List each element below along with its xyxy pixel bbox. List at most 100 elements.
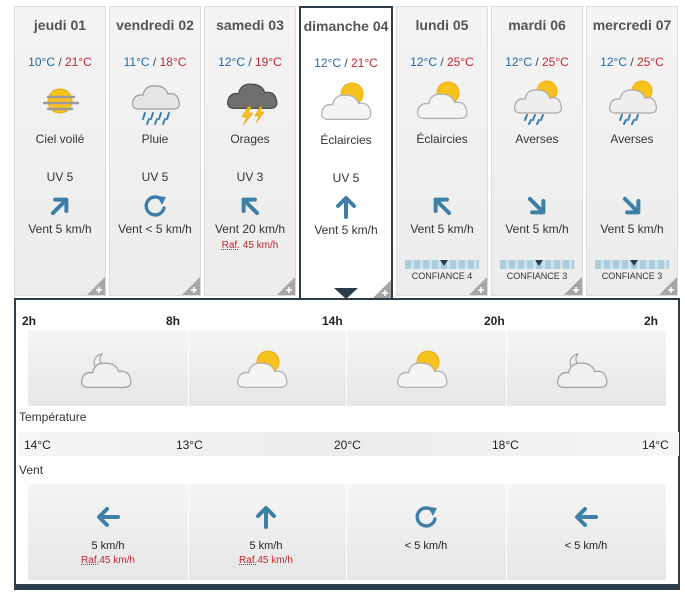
day-card[interactable]: vendredi 02 11°C / 18°C Pluie UV 5 Vent < … <box>109 6 201 296</box>
wind-direction-arrow-icon <box>412 503 440 531</box>
sun-showers-icon <box>505 77 569 125</box>
max-temperature: 18°C <box>159 55 187 69</box>
detail-bottom-bar <box>14 584 680 590</box>
gust-value: 45 km/h <box>99 555 135 566</box>
temperature-separator: / <box>340 56 351 70</box>
hour-label: 8h <box>166 314 181 328</box>
temperature-range: 12°C / 19°C <box>205 55 295 69</box>
gust-prefix: Raf. <box>81 555 100 566</box>
max-temperature: 21°C <box>351 56 378 70</box>
wind-speed: Vent < 5 km/h <box>118 222 192 236</box>
daily-forecast-strip: jeudi 01 10°C / 21°C Ciel voilé UV 5 Vent … <box>14 6 685 298</box>
column-divider <box>506 330 507 406</box>
temperature-separator: / <box>54 55 65 69</box>
min-temperature: 12°C <box>314 56 341 70</box>
day-card[interactable]: lundi 05 12°C / 25°C Éclaircies Vent 5 km… <box>396 6 488 296</box>
uv-index: UV 5 <box>141 170 169 184</box>
expand-corner-icon[interactable] <box>87 277 105 295</box>
hourly-temperature: 14°C <box>24 438 51 452</box>
temperature-range: 12°C / 21°C <box>301 56 391 70</box>
max-temperature: 25°C <box>447 55 474 69</box>
temperature-range: 12°C / 25°C <box>492 55 582 69</box>
wind-direction-arrow-icon <box>236 192 264 220</box>
confidence-label: CONFIANCE 4 <box>411 271 473 281</box>
partly-cloudy-icon <box>390 346 462 390</box>
day-card[interactable]: dimanche 04 12°C / 21°C Éclaircies UV 5 Ve… <box>299 6 393 298</box>
wind-direction-arrow-icon <box>618 192 646 220</box>
hour-label: 20h <box>484 314 505 328</box>
temperature-separator: / <box>244 55 255 69</box>
confidence-marker <box>440 260 448 266</box>
confidence-bar <box>405 260 479 269</box>
confidence-bar <box>595 260 669 269</box>
min-temperature: 12°C <box>600 55 627 69</box>
day-name: mardi 06 <box>508 17 566 33</box>
expand-corner-icon[interactable] <box>182 277 200 295</box>
confidence-marker <box>630 260 638 266</box>
day-card[interactable]: mardi 06 12°C / 25°C Averses Vent 5 km/h C… <box>491 6 583 296</box>
temperature-separator: / <box>436 55 447 69</box>
wind-speed: Vent 20 km/h <box>214 222 286 236</box>
condition-text: Éclaircies <box>416 132 468 146</box>
column-divider <box>188 330 189 406</box>
expand-corner-icon[interactable] <box>373 280 391 298</box>
confidence-marker <box>535 260 543 266</box>
expand-corner-icon[interactable] <box>564 277 582 295</box>
gust-value: 45 km/h <box>257 555 293 566</box>
partly-cloudy-icon <box>410 77 474 125</box>
column-divider <box>188 484 189 580</box>
confidence-indicator: CONFIANCE 3 <box>500 260 574 281</box>
veiled-sun-icon <box>28 77 92 125</box>
hourly-wind-speed: 5 km/h <box>249 540 283 552</box>
temperature-range: 11°C / 18°C <box>110 55 200 69</box>
hourly-wind-speed: < 5 km/h <box>564 540 608 552</box>
day-name: mercredi 07 <box>592 17 672 33</box>
wind-direction-arrow-icon <box>141 192 169 220</box>
confidence-indicator: CONFIANCE 4 <box>405 260 479 281</box>
day-card[interactable]: samedi 03 12°C / 19°C Orages UV 3 Vent 20 … <box>204 6 296 296</box>
wind-speed: Vent 5 km/h <box>28 222 92 236</box>
temperature-separator: / <box>626 55 637 69</box>
confidence-indicator: CONFIANCE 3 <box>595 260 669 281</box>
sun-showers-icon <box>600 77 664 125</box>
max-temperature: 21°C <box>65 55 92 69</box>
expand-corner-icon[interactable] <box>277 277 295 295</box>
gust-value: 45 km/h <box>239 240 279 251</box>
wind-direction-arrow-icon <box>94 503 122 531</box>
condition-text: Éclaircies <box>320 133 372 147</box>
temperature-label: Température <box>19 410 87 424</box>
gust-prefix: Raf. <box>221 240 240 251</box>
expand-corner-icon[interactable] <box>659 277 677 295</box>
confidence-bar <box>500 260 574 269</box>
gust-prefix: Raf. <box>239 555 258 566</box>
hourly-temperature: 14°C <box>642 438 669 452</box>
min-temperature: 12°C <box>218 55 245 69</box>
wind-speed: Vent 5 km/h <box>410 222 474 236</box>
column-divider <box>346 330 347 406</box>
min-temperature: 10°C <box>28 55 55 69</box>
hour-label: 2h <box>644 314 659 328</box>
condition-text: Averses <box>610 132 654 146</box>
day-card[interactable]: jeudi 01 10°C / 21°C Ciel voilé UV 5 Vent … <box>14 6 106 296</box>
temperature-separator: / <box>531 55 542 69</box>
hour-label: 14h <box>322 314 343 328</box>
wind-direction-arrow-icon <box>428 192 456 220</box>
temperature-range: 10°C / 21°C <box>15 55 105 69</box>
wind-gust: Raf. 45 km/h <box>205 240 295 251</box>
hourly-wind-speed: < 5 km/h <box>404 540 448 552</box>
wind-direction-arrow-icon <box>523 192 551 220</box>
day-card[interactable]: mercredi 07 12°C / 25°C Averses Vent 5 km… <box>586 6 678 296</box>
partly-cloudy-icon <box>230 346 302 390</box>
condition-text: Ciel voilé <box>35 132 85 146</box>
wind-speed: Vent 5 km/h <box>314 223 378 237</box>
max-temperature: 19°C <box>255 55 282 69</box>
partly-cloudy-icon <box>314 78 378 126</box>
confidence-label: CONFIANCE 3 <box>601 271 663 281</box>
thunderstorm-icon <box>218 77 282 126</box>
hour-label: 2h <box>22 314 37 328</box>
max-temperature: 25°C <box>637 55 664 69</box>
hourly-wind-speed: 5 km/h <box>91 540 125 552</box>
day-name: lundi 05 <box>415 17 469 33</box>
expand-corner-icon[interactable] <box>469 277 487 295</box>
day-name: jeudi 01 <box>33 17 87 33</box>
